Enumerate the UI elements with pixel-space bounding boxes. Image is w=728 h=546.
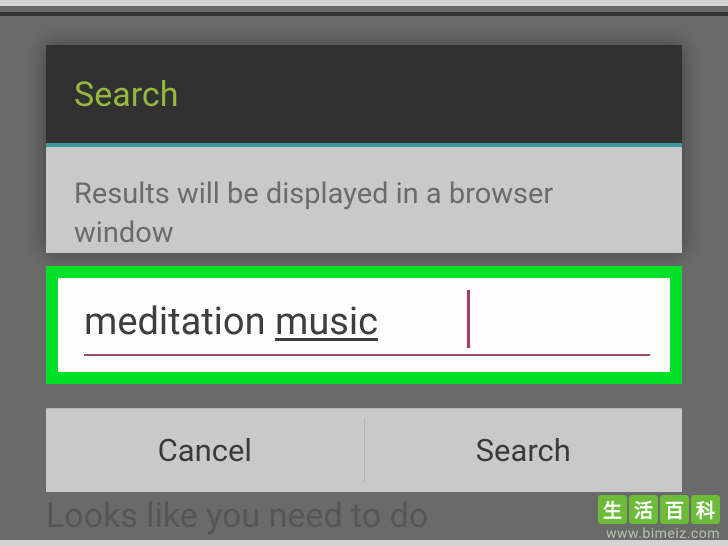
search-dialog: Search Results will be displayed in a br… bbox=[46, 45, 682, 253]
background-strip bbox=[0, 12, 728, 16]
watermark-char-2: 活 bbox=[629, 495, 658, 524]
text-cursor bbox=[467, 290, 470, 348]
search-input-text-part1: meditation bbox=[84, 300, 275, 344]
hint-text: Results will be displayed in a browser w… bbox=[74, 175, 654, 253]
frame-border-bottom bbox=[0, 540, 728, 546]
dialog-body: Results will be displayed in a browser w… bbox=[46, 147, 682, 253]
input-underline bbox=[84, 354, 650, 356]
cancel-button[interactable]: Cancel bbox=[46, 408, 364, 492]
watermark: 生 活 百 科 www.bimeiz.com bbox=[598, 495, 720, 542]
watermark-char-1: 生 bbox=[598, 495, 627, 524]
dialog-header: Search bbox=[46, 45, 682, 143]
background-partial-text: Looks like you need to do bbox=[46, 496, 428, 536]
dialog-title: Search bbox=[74, 75, 654, 115]
frame-border-top bbox=[0, 0, 728, 6]
search-button[interactable]: Search bbox=[365, 408, 683, 492]
input-highlight-annotation: meditation music bbox=[46, 266, 682, 384]
watermark-char-4: 科 bbox=[691, 495, 720, 524]
watermark-logo: 生 活 百 科 bbox=[598, 495, 720, 524]
search-input-text-part2: music bbox=[275, 300, 378, 344]
search-input[interactable]: meditation music bbox=[58, 278, 670, 372]
watermark-char-3: 百 bbox=[660, 495, 689, 524]
dialog-button-row: Cancel Search bbox=[46, 408, 682, 492]
